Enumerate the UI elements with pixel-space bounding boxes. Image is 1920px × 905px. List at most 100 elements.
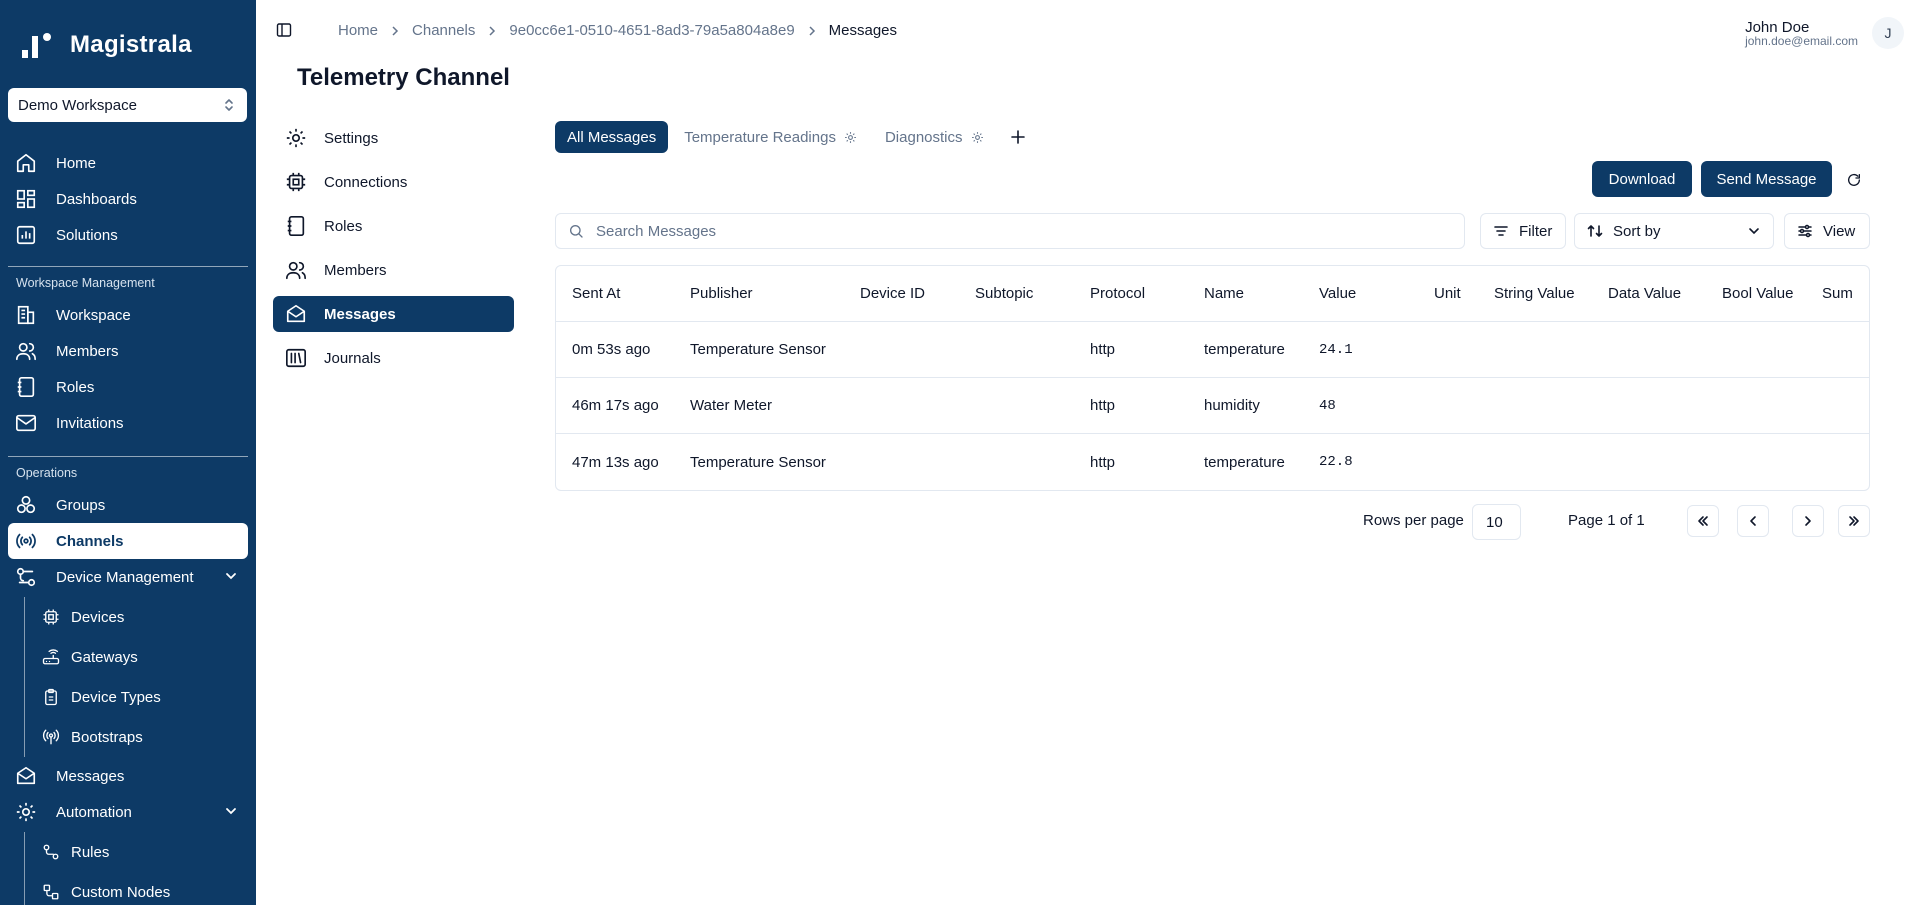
channel-nav-messages[interactable]: Messages [273,296,514,332]
rows-per-page-select[interactable]: 10 [1472,504,1521,540]
cell-protocol: http [1090,341,1116,358]
search-box[interactable] [555,213,1465,249]
user-menu[interactable]: John Doe john.doe@email.com J [1745,17,1904,49]
gear-icon[interactable] [971,131,984,144]
sidebar-item-custom-nodes[interactable]: Custom Nodes [8,872,248,905]
column-header-publisher[interactable]: Publisher [690,285,753,302]
cell-value: 24.1 [1319,341,1353,358]
breadcrumb-channel-id[interactable]: 9e0cc6e1-0510-4651-8ad3-79a5a804a8e9 [509,22,794,39]
workspace-select[interactable]: Demo Workspace [8,88,247,122]
building-icon [14,303,38,327]
message-tabs: All Messages Temperature Readings Diagno… [555,121,1030,153]
tab-label: Diagnostics [884,128,963,146]
gear-icon [284,126,308,150]
column-header-device-id[interactable]: Device ID [860,285,925,302]
operations-nav: Groups Channels Device Management [8,487,248,595]
previous-page-button[interactable] [1737,505,1769,537]
tab-label: Temperature Readings [684,128,836,146]
column-header-data-value[interactable]: Data Value [1608,285,1681,302]
sidebar-item-messages[interactable]: Messages [8,758,248,794]
sidebar-item-workspace[interactable]: Workspace [8,297,248,333]
cell-protocol: http [1090,397,1116,414]
channel-nav: Settings Connections Roles Members Messa… [273,120,514,384]
messages-table: Sent At Publisher Device ID Subtopic Pro… [555,265,1870,491]
sidebar-item-device-management[interactable]: Device Management [8,559,248,595]
channel-nav-label: Roles [324,217,363,235]
sidebar-item-label: Groups [56,496,106,514]
chevron-right-icon [1801,514,1815,528]
sidebar-item-solutions[interactable]: Solutions [8,217,248,253]
breadcrumb-channels[interactable]: Channels [412,22,475,39]
channel-nav-settings[interactable]: Settings [273,120,514,156]
sidebar-item-members[interactable]: Members [8,333,248,369]
sidebar-item-dashboards[interactable]: Dashboards [8,181,248,217]
download-button[interactable]: Download [1592,161,1692,197]
column-header-subtopic[interactable]: Subtopic [975,285,1033,302]
channel-nav-connections[interactable]: Connections [273,164,514,200]
sidebar-item-device-types[interactable]: Device Types [8,677,248,717]
users-icon [14,339,38,363]
cell-publisher: Temperature Sensor [690,341,826,358]
search-input[interactable] [596,222,1416,240]
channel-nav-roles[interactable]: Roles [273,208,514,244]
sidebar-item-label: Members [56,342,119,360]
brand[interactable]: Magistrala [22,30,192,60]
sidebar-item-label: Messages [56,767,125,785]
column-header-sent-at[interactable]: Sent At [572,285,620,302]
sidebar-item-automation[interactable]: Automation [8,794,248,830]
column-header-string-value[interactable]: String Value [1494,285,1575,302]
cell-name: temperature [1204,341,1285,358]
tab-all-messages[interactable]: All Messages [555,121,669,153]
column-header-name[interactable]: Name [1204,285,1244,302]
sidebar-item-bootstraps[interactable]: Bootstraps [8,717,248,757]
column-header-protocol[interactable]: Protocol [1090,285,1145,302]
refresh-icon[interactable] [1842,168,1866,192]
send-message-button[interactable]: Send Message [1701,161,1832,197]
sidebar-item-invitations[interactable]: Invitations [8,405,248,441]
table-row[interactable]: 0m 53s ago Temperature Sensor http tempe… [556,322,1869,378]
channel-nav-label: Journals [324,349,381,367]
gear-icon[interactable] [844,131,857,144]
column-header-unit[interactable]: Unit [1434,285,1461,302]
section-label-workspace: Workspace Management [16,276,155,290]
next-page-button[interactable] [1792,505,1824,537]
table-row[interactable]: 46m 17s ago Water Meter http humidity 48 [556,378,1869,434]
chevron-down-icon [224,804,238,818]
cell-value: 22.8 [1319,454,1353,470]
last-page-button[interactable] [1838,505,1870,537]
view-button[interactable]: View [1784,213,1870,249]
chip-icon [284,170,308,194]
sidebar-item-label: Home [56,154,97,172]
sidebar-toggle-icon[interactable] [276,22,292,38]
cell-protocol: http [1090,453,1116,471]
sort-label: Sort by [1613,222,1661,240]
cell-name: temperature [1204,453,1285,471]
sidebar-item-rules[interactable]: Rules [8,832,248,872]
channel-nav-members[interactable]: Members [273,252,514,288]
sidebar-item-groups[interactable]: Groups [8,487,248,523]
table-row[interactable]: 47m 13s ago Temperature Sensor http temp… [556,434,1869,490]
user-info: John Doe john.doe@email.com [1745,19,1858,48]
avatar[interactable]: J [1872,17,1904,49]
sidebar-item-label: Rules [71,843,110,861]
sidebar-item-roles[interactable]: Roles [8,369,248,405]
tab-temperature-readings[interactable]: Temperature Readings [672,121,869,153]
column-header-bool-value[interactable]: Bool Value [1722,285,1793,302]
filter-button[interactable]: Filter [1480,213,1566,249]
sort-select-content: Sort by [1587,223,1661,240]
first-page-button[interactable] [1687,505,1719,537]
breadcrumb-home[interactable]: Home [338,22,378,39]
column-header-sum[interactable]: Sum [1822,285,1853,302]
channel-nav-journals[interactable]: Journals [273,340,514,376]
breadcrumb-current: Messages [828,22,898,39]
magistrala-logo-icon [22,30,60,60]
column-header-value[interactable]: Value [1319,285,1356,302]
add-tab-plus-icon[interactable] [1006,125,1030,149]
sidebar-item-devices[interactable]: Devices [8,597,248,637]
sort-select[interactable]: Sort by [1574,213,1774,249]
sidebar-item-gateways[interactable]: Gateways [8,637,248,677]
tab-diagnostics[interactable]: Diagnostics [873,121,996,153]
sidebar-item-home[interactable]: Home [8,145,248,181]
sidebar-item-channels[interactable]: Channels [8,523,248,559]
users-icon [284,258,308,282]
